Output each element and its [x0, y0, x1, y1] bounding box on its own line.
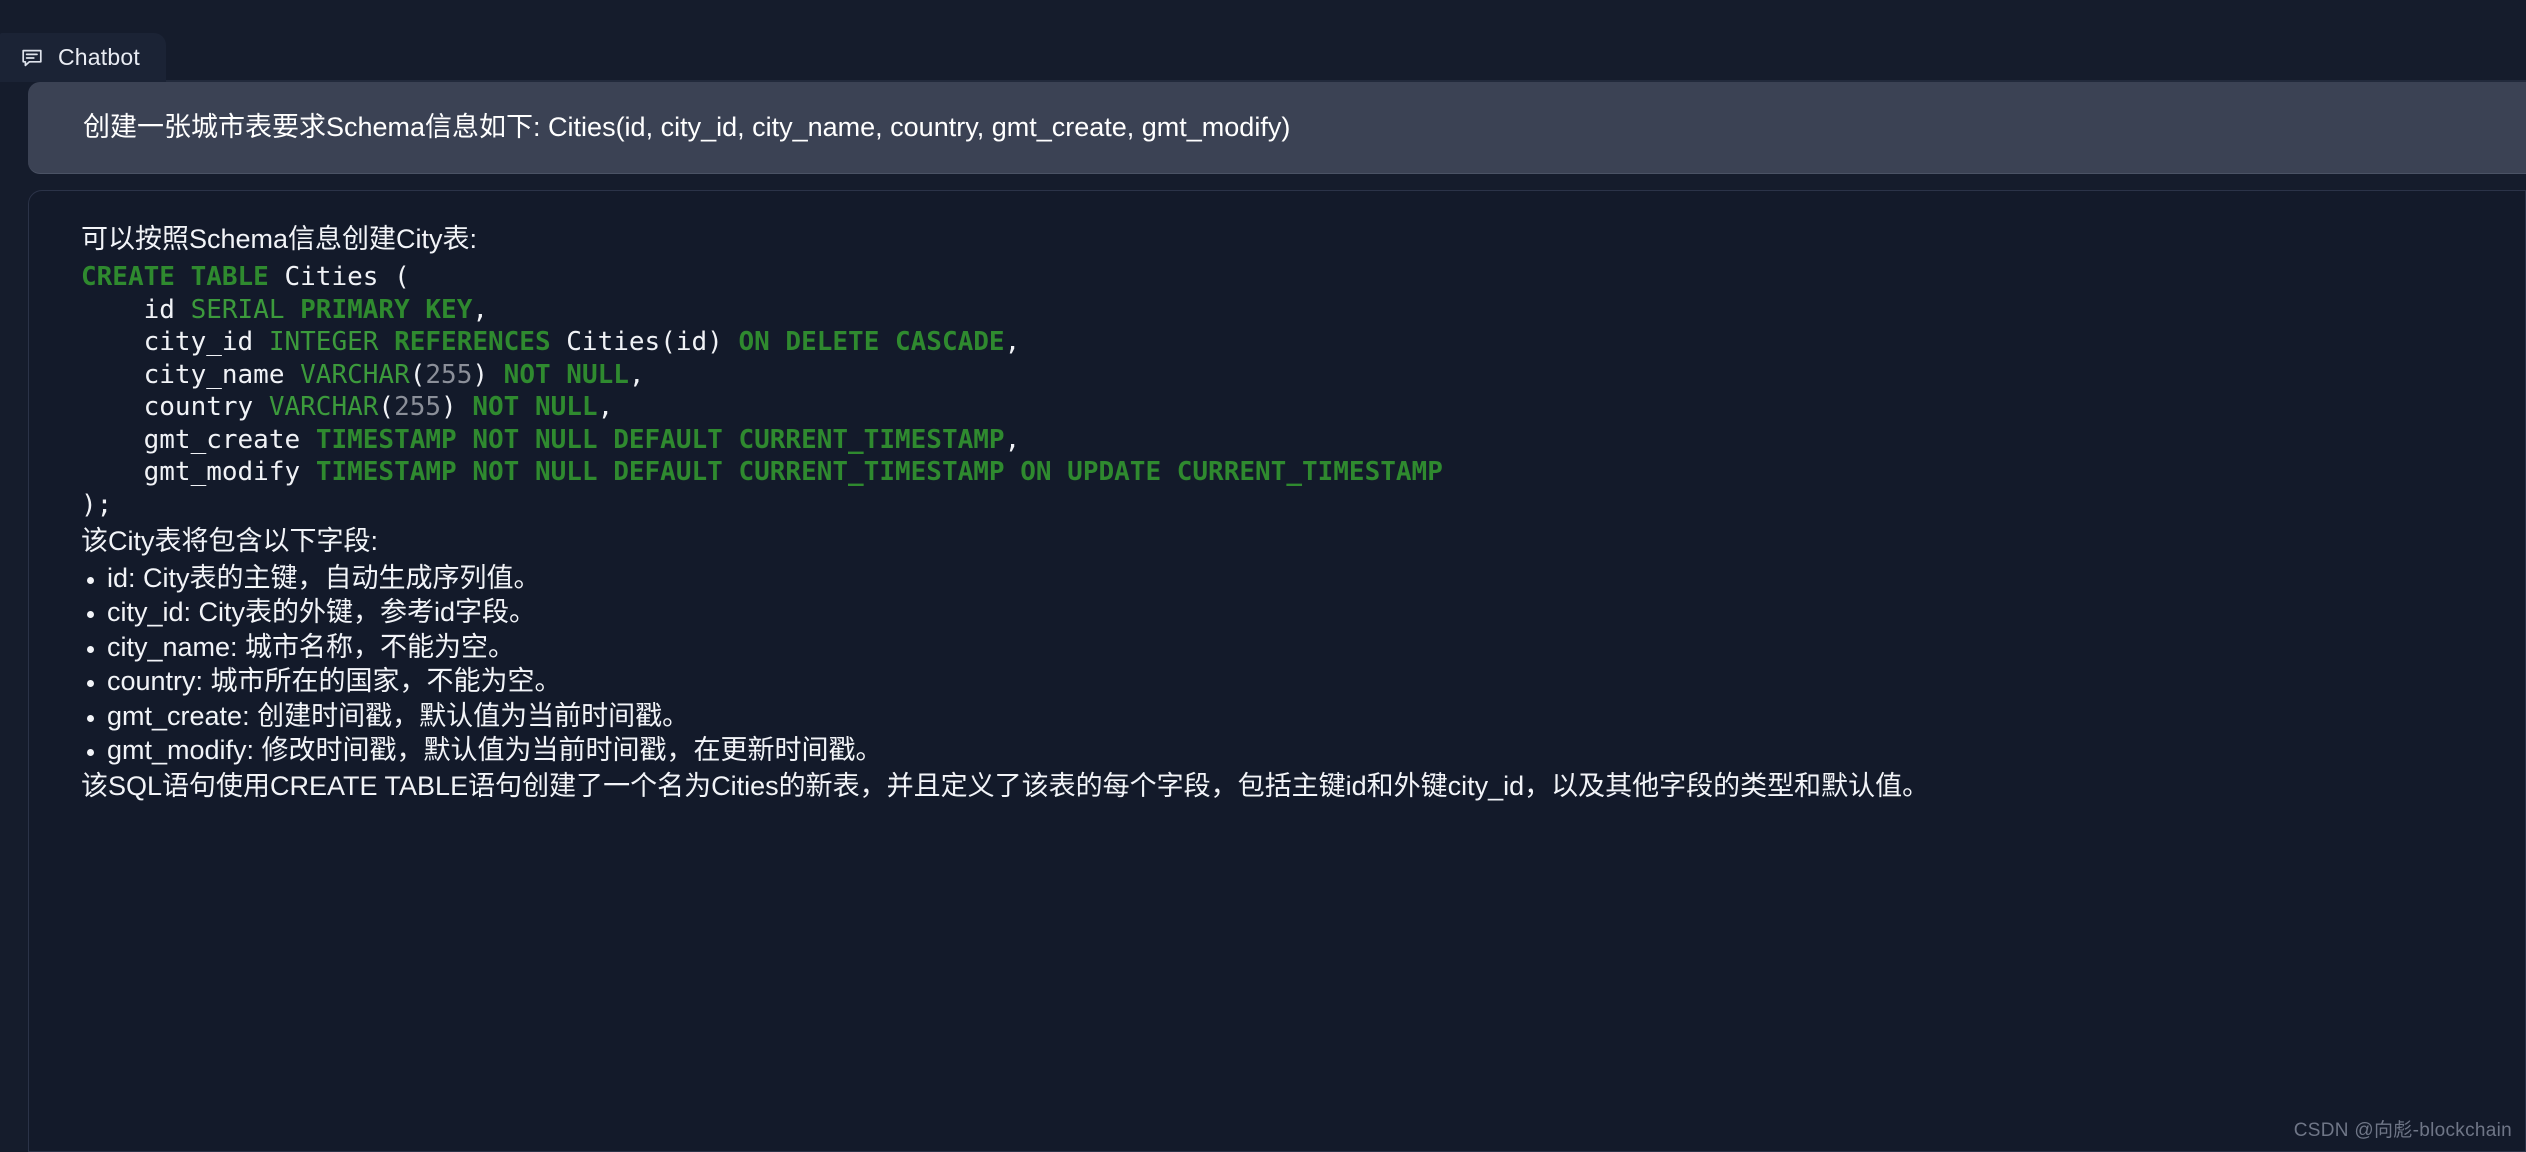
csdn-watermark: CSDN @向彪-blockchain — [2293, 1120, 2512, 1141]
fields-intro-text: 该City表将包含以下字段: — [81, 526, 378, 557]
code-token: country — [81, 392, 269, 423]
code-token: REFERENCES — [394, 327, 551, 358]
code-token: NOT NULL — [472, 392, 598, 423]
code-token: ) — [441, 392, 473, 423]
code-token: gmt_modify — [81, 457, 316, 488]
field-list-item: gmt_create: 创建时间戳，默认值为当前时间戳。 — [81, 700, 2485, 733]
code-token: TIMESTAMP NOT NULL DEFAULT CURRENT_TIMES… — [315, 424, 1005, 455]
code-token: , — [1004, 424, 1021, 455]
chat-bubble-icon — [20, 46, 44, 70]
code-line: city_name VARCHAR(255) NOT NULL, — [81, 359, 2485, 392]
code-token: ( — [409, 359, 426, 390]
code-token: SERIAL — [190, 294, 285, 325]
code-line: country VARCHAR(255) NOT NULL, — [81, 391, 2485, 424]
field-description-list: id: City表的主键，自动生成序列值。 city_id: City表的外键，参… — [81, 562, 2485, 768]
code-token: VARCHAR — [300, 359, 410, 390]
code-token: INTEGER — [268, 327, 379, 358]
code-token: TIMESTAMP NOT NULL DEFAULT CURRENT_TIMES… — [315, 457, 1443, 488]
tab-strip: Chatbot — [0, 0, 2526, 82]
field-list-item: city_id: City表的外键，参考id字段。 — [81, 596, 2485, 629]
code-token: ( — [378, 392, 395, 423]
tab-chatbot-label: Chatbot — [58, 44, 140, 70]
code-token: CREATE TABLE — [81, 262, 269, 293]
code-token: city_id — [81, 327, 269, 358]
field-list-item: id: City表的主键，自动生成序列值。 — [81, 562, 2485, 595]
sql-code-block: CREATE TABLE Cities ( id SERIAL PRIMARY … — [81, 261, 2485, 521]
code-token: , — [1004, 327, 1021, 358]
field-list-item: gmt_modify: 修改时间戳，默认值为当前时间戳，在更新时间戳。 — [81, 734, 2485, 767]
code-token: Cities ( — [268, 262, 410, 293]
code-line: CREATE TABLE Cities ( — [81, 261, 2485, 294]
user-message-text: 创建一张城市表要求Schema信息如下: Cities(id, city_id,… — [83, 112, 1291, 143]
code-token: 255 — [394, 392, 442, 423]
field-list-item: city_name: 城市名称，不能为空。 — [81, 631, 2485, 664]
conversation-area: 创建一张城市表要求Schema信息如下: Cities(id, city_id,… — [0, 82, 2526, 1152]
tab-chatbot[interactable]: Chatbot — [0, 33, 166, 82]
code-token: PRIMARY KEY — [300, 294, 473, 325]
code-token: , — [472, 294, 488, 325]
code-token: , — [597, 392, 614, 423]
code-token: VARCHAR — [268, 392, 379, 423]
code-token: city_name — [81, 359, 301, 390]
code-line: city_id INTEGER REFERENCES Cities(id) ON… — [81, 326, 2485, 359]
bot-message-bubble: 可以按照Schema信息创建City表: CREATE TABLE Cities… — [28, 190, 2526, 1152]
code-token: gmt_create — [81, 424, 316, 455]
code-token: Cities(id) — [550, 327, 739, 358]
bot-summary-text: 该SQL语句使用CREATE TABLE语句创建了一个名为Cities的新表，并… — [81, 771, 1930, 802]
code-line: id SERIAL PRIMARY KEY, — [81, 294, 2485, 327]
code-token: ) — [472, 359, 504, 390]
code-line: gmt_modify TIMESTAMP NOT NULL DEFAULT CU… — [81, 456, 2485, 489]
bot-lead-text: 可以按照Schema信息创建City表: — [81, 224, 478, 254]
code-token: , — [628, 359, 645, 390]
code-token: 255 — [425, 359, 473, 390]
code-token: ); — [81, 489, 113, 520]
chatbot-app-window: Chatbot 创建一张城市表要求Schema信息如下: Cities(id, … — [0, 0, 2526, 1152]
code-token: id — [81, 294, 191, 325]
code-line: gmt_create TIMESTAMP NOT NULL DEFAULT CU… — [81, 424, 2485, 457]
code-token: ON DELETE CASCADE — [738, 327, 1005, 358]
user-message-bubble: 创建一张城市表要求Schema信息如下: Cities(id, city_id,… — [28, 82, 2526, 174]
field-list-item: country: 城市所在的国家，不能为空。 — [81, 665, 2485, 698]
code-line: ); — [81, 489, 2485, 522]
code-token: NOT NULL — [503, 359, 629, 390]
